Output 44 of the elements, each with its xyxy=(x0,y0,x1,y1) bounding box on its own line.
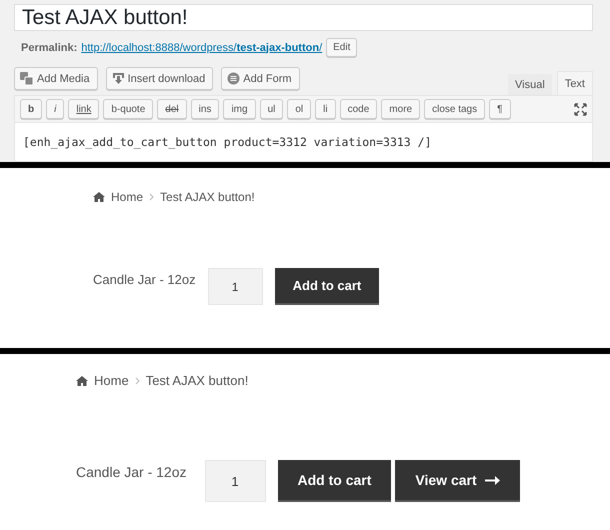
quicktag-button[interactable]: ¶ xyxy=(489,99,510,119)
home-icon xyxy=(76,376,88,386)
media-button[interactable]: Add Form xyxy=(221,67,300,90)
media-button[interactable]: Add Media xyxy=(14,67,98,90)
permalink-label: Permalink: xyxy=(21,42,78,54)
quicktag-button[interactable]: b-quote xyxy=(103,99,154,119)
quicktag-button[interactable]: li xyxy=(315,99,336,119)
breadcrumb-current: Test AJAX button! xyxy=(160,190,255,204)
media-button[interactable]: Insert download xyxy=(106,67,214,90)
quicktag-button[interactable]: code xyxy=(340,99,378,119)
media-icon xyxy=(20,72,34,85)
view-cart-button[interactable]: View cart xyxy=(395,460,520,502)
editor-tab[interactable]: Visual xyxy=(507,73,553,95)
breadcrumb-link[interactable]: Home xyxy=(94,373,129,388)
quicktag-button[interactable]: ul xyxy=(260,99,284,119)
quicktag-button[interactable]: del xyxy=(157,99,187,119)
editor-tab[interactable]: Text xyxy=(556,71,593,95)
quicktag-button[interactable]: close tags xyxy=(424,99,486,119)
product-name: Candle Jar - 12oz xyxy=(93,272,196,287)
chevron-icon xyxy=(149,193,154,201)
quicktag-button[interactable]: b xyxy=(20,99,42,119)
download-icon xyxy=(112,72,125,85)
quicktag-button[interactable]: img xyxy=(223,99,256,119)
permalink-link[interactable]: http://localhost:8888/wordpress/test-ajax-button/ xyxy=(81,42,322,54)
quicktag-button[interactable]: i xyxy=(46,99,64,119)
form-icon xyxy=(227,72,240,85)
product-name: Candle Jar - 12oz xyxy=(76,464,187,480)
quicktag-button[interactable]: ol xyxy=(287,99,312,119)
editor-content[interactable]: [enh_ajax_add_to_cart_button product=3312 variation=3313 /] xyxy=(14,122,593,162)
chevron-icon xyxy=(134,376,140,384)
arrow-icon xyxy=(484,476,500,484)
fullscreen-icon[interactable] xyxy=(574,102,587,116)
quantity-field[interactable]: 1 xyxy=(204,460,266,502)
add-to-cart-button[interactable]: Add to cart xyxy=(278,460,392,502)
quicktag-button[interactable]: link xyxy=(68,99,100,119)
add-to-cart-button[interactable]: Add to cart xyxy=(274,268,380,305)
breadcrumb-current: Test AJAX button! xyxy=(146,373,248,388)
breadcrumb-link[interactable]: Home xyxy=(111,190,144,204)
edit-button[interactable]: Edit xyxy=(326,38,358,57)
quicktag-button[interactable]: more xyxy=(381,99,420,119)
title-field[interactable]: Test AJAX button! xyxy=(14,4,593,31)
quicktag-button[interactable]: ins xyxy=(190,99,220,119)
home-icon xyxy=(93,192,105,202)
quantity-field[interactable]: 1 xyxy=(208,268,263,305)
